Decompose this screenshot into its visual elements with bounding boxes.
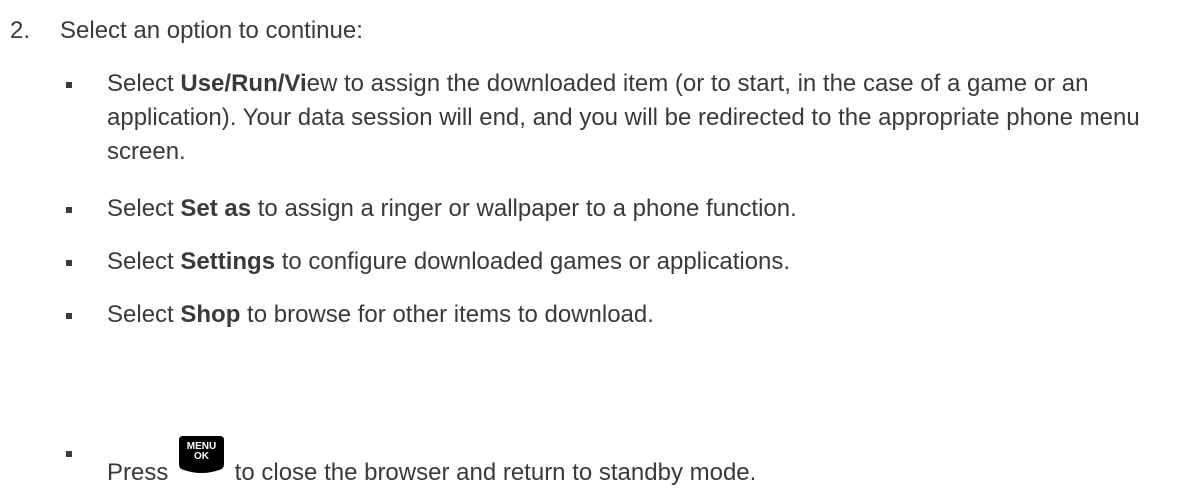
list-item-text: Select Use/Run/View to assign the downlo… bbox=[107, 67, 1197, 169]
menu-ok-key-icon: MENU OK bbox=[179, 436, 225, 474]
step-number: 2. bbox=[10, 17, 31, 44]
list-item-text: Select Set as to assign a ringer or wall… bbox=[107, 192, 1197, 226]
list-item-keyword: Settings bbox=[180, 248, 276, 275]
list-item-text: Select Shop to browse for other items to… bbox=[107, 298, 1197, 332]
square-bullet-icon bbox=[66, 313, 72, 319]
list-item-prefix: Select bbox=[107, 248, 181, 275]
square-bullet-icon bbox=[66, 260, 72, 266]
square-bullet-icon bbox=[66, 207, 72, 213]
list-item-description: to close the browser and return to stand… bbox=[228, 459, 757, 486]
list-item-keyword: Set as bbox=[180, 195, 252, 222]
list-item-prefix: Select bbox=[107, 70, 181, 97]
step-text: Select an option to continue: bbox=[60, 17, 363, 44]
list-item-text: Press MENU OK to close the browser and re… bbox=[107, 436, 1197, 490]
list-item-prefix: Select bbox=[107, 301, 181, 328]
list-item-text: Select Settings to configure downloaded … bbox=[107, 245, 1197, 279]
square-bullet-icon bbox=[66, 451, 72, 457]
key-label-ok: OK bbox=[194, 451, 210, 462]
list-item-prefix: Press bbox=[107, 459, 176, 486]
list-item-keyword: Shop bbox=[180, 301, 241, 328]
list-item-keyword: Use/Run/Vi bbox=[180, 70, 307, 97]
list-item-description: to assign a ringer or wallpaper to a pho… bbox=[251, 195, 797, 222]
list-item-description: to configure downloaded games or applica… bbox=[275, 248, 791, 275]
list-item-prefix: Select bbox=[107, 195, 181, 222]
square-bullet-icon bbox=[66, 82, 72, 88]
list-item-description: to browse for other items to download. bbox=[240, 301, 654, 328]
